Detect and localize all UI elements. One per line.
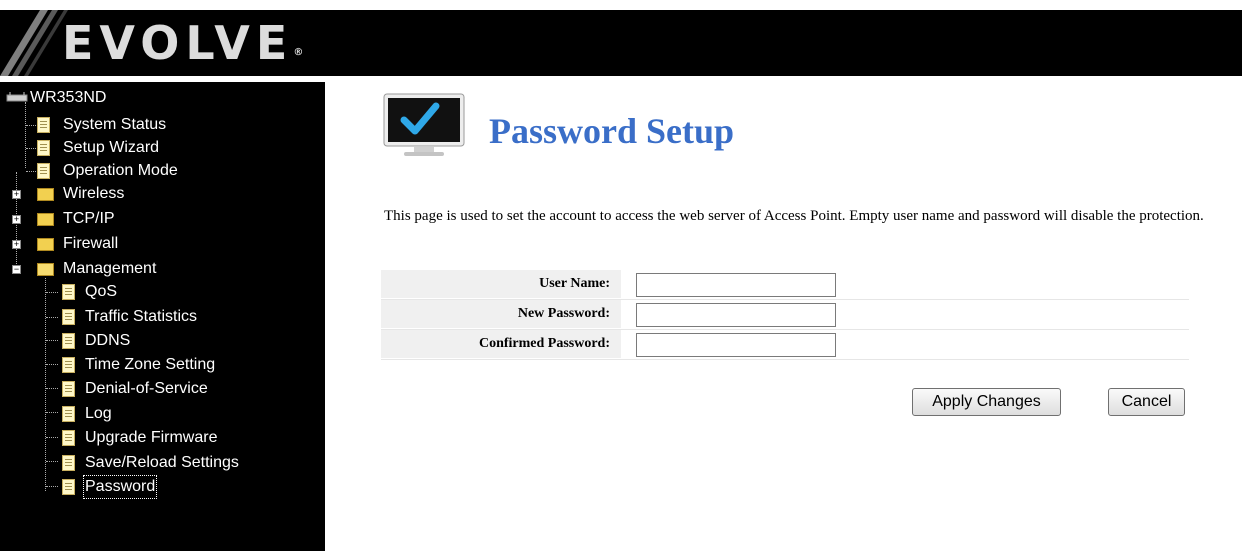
- registered-mark: ®: [293, 47, 304, 58]
- user-name-label: User Name:: [381, 270, 621, 298]
- page-icon: [62, 430, 75, 446]
- page-icon: [37, 140, 50, 156]
- tree-line: [45, 278, 46, 491]
- page-icon: [62, 406, 75, 422]
- expand-plus-icon[interactable]: +: [12, 190, 21, 199]
- page-icon: [62, 309, 75, 325]
- page-icon: [62, 479, 75, 495]
- expand-plus-icon[interactable]: +: [12, 215, 21, 224]
- form-row-new-password: New Password:: [381, 300, 1189, 330]
- page-icon: [62, 455, 75, 471]
- form-row-confirmed-password: Confirmed Password:: [381, 330, 1189, 360]
- tree-item-label: Wireless: [63, 185, 125, 202]
- folder-icon: [37, 188, 54, 201]
- expand-plus-icon[interactable]: +: [12, 240, 21, 249]
- tree-item-label: DDNS: [85, 332, 131, 349]
- tree-line: [26, 171, 36, 172]
- brand-name: EVOLVE: [62, 16, 294, 70]
- tree-line: [46, 340, 58, 341]
- logo-swoosh-icon: [0, 10, 68, 76]
- tree-item-label: Log: [85, 405, 112, 422]
- tree-line: [46, 292, 58, 293]
- tree-item-label: Denial-of-Service: [85, 380, 208, 397]
- page-icon: [37, 163, 50, 179]
- main-content: Password Setup This page is used to set …: [325, 82, 1242, 551]
- tree-item-label: QoS: [85, 283, 118, 300]
- tree-item-label: TCP/IP: [63, 210, 115, 227]
- tree-item-label: Save/Reload Settings: [85, 454, 239, 471]
- tree-line: [46, 486, 58, 487]
- tree-item-label: System Status: [63, 116, 167, 133]
- password-form: User Name: New Password: Confirmed Passw…: [381, 270, 1189, 360]
- monitor-check-icon: [383, 93, 465, 156]
- tree-line: [46, 317, 58, 318]
- page-icon: [62, 333, 75, 349]
- tree-item-label: Setup Wizard: [63, 139, 160, 156]
- cancel-button[interactable]: Cancel: [1108, 388, 1185, 416]
- sidebar-tree: WR353ND System Status Setup Wizard Opera…: [0, 82, 325, 551]
- header-bar: EVOLVE®: [0, 10, 1242, 76]
- tree-line: [46, 388, 58, 389]
- tree-root-label: WR353ND: [30, 89, 107, 106]
- tree-line: [46, 437, 58, 438]
- page-icon: [62, 381, 75, 397]
- page-icon: [37, 117, 50, 133]
- new-password-label: New Password:: [381, 300, 621, 328]
- page-icon: [62, 284, 75, 300]
- tree-item-label: Time Zone Setting: [85, 356, 216, 373]
- tree-line: [46, 364, 58, 365]
- collapse-minus-icon[interactable]: −: [12, 265, 21, 274]
- tree-line: [25, 102, 26, 168]
- new-password-input[interactable]: [636, 303, 836, 327]
- tree-item-label: Traffic Statistics: [85, 308, 198, 325]
- tree-item-label-selected: Password: [82, 475, 158, 499]
- confirmed-password-input[interactable]: [636, 333, 836, 357]
- tree-line: [46, 412, 58, 413]
- brand-logo: EVOLVE®: [62, 16, 303, 70]
- router-icon: [6, 92, 28, 102]
- tree-item-label: Operation Mode: [63, 162, 178, 179]
- confirmed-password-label: Confirmed Password:: [381, 330, 621, 358]
- folder-icon: [37, 238, 54, 251]
- page-title: Password Setup: [489, 111, 735, 151]
- page-description: This page is used to set the account to …: [384, 208, 1204, 224]
- user-name-input[interactable]: [636, 273, 836, 297]
- tree-line: [26, 148, 36, 149]
- tree-line: [26, 125, 36, 126]
- tree-line: [46, 461, 58, 462]
- tree-item-label: Firewall: [63, 235, 119, 252]
- tree-item-label: Management: [63, 260, 157, 277]
- folder-open-icon: [37, 263, 54, 276]
- tree-item-label: Upgrade Firmware: [85, 429, 218, 446]
- folder-icon: [37, 213, 54, 226]
- form-row-user-name: User Name:: [381, 270, 1189, 300]
- apply-changes-button[interactable]: Apply Changes: [912, 388, 1061, 416]
- page-icon: [62, 357, 75, 373]
